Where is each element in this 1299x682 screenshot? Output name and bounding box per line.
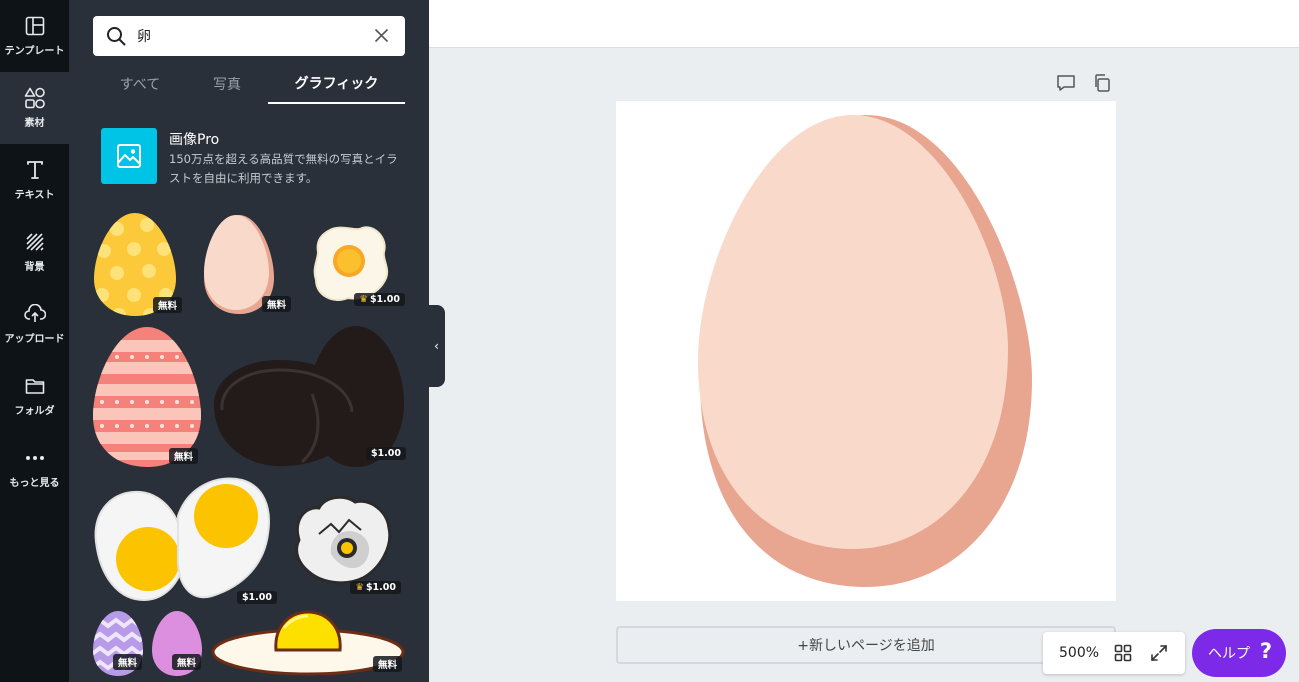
left-rail: テンプレート 素材 テキスト 背景 アップロード フォルダ もっと見る xyxy=(0,0,69,682)
grid-view-icon[interactable] xyxy=(1114,644,1132,666)
graphic-fried-egg[interactable]: ♛ $1.00 xyxy=(312,224,405,306)
search-input[interactable]: 卵 xyxy=(137,26,151,46)
tab-photos[interactable]: 写真 xyxy=(187,64,267,104)
free-badge: 無料 xyxy=(168,448,198,464)
promo-description: 150万点を超える高品質で無料の写真とイラストを自由に利用できます。 xyxy=(169,152,398,185)
more-icon xyxy=(24,447,46,469)
duplicate-page-icon[interactable] xyxy=(1092,73,1112,93)
rail-item-text[interactable]: テキスト xyxy=(0,144,69,216)
price-badge: ♛ $1.00 xyxy=(354,293,405,306)
promo-title: 画像Pro xyxy=(169,132,220,148)
canvas-egg-graphic[interactable] xyxy=(616,101,1116,601)
graphic-plain-egg[interactable]: 無料 xyxy=(203,214,291,316)
rail-label: 背景 xyxy=(24,262,45,273)
comment-icon[interactable] xyxy=(1056,73,1076,93)
rail-item-background[interactable]: 背景 xyxy=(0,216,69,288)
background-icon xyxy=(24,231,46,253)
graphic-pink-egg[interactable]: 無料 xyxy=(151,610,203,676)
help-button[interactable]: ヘルプ ? xyxy=(1192,629,1286,677)
upload-icon xyxy=(23,303,46,325)
rail-item-uploads[interactable]: アップロード xyxy=(0,288,69,360)
shapes-icon xyxy=(24,87,46,109)
free-badge: 無料 xyxy=(171,654,201,670)
price-badge: $1.00 xyxy=(365,447,406,460)
graphic-sunny-egg[interactable]: 無料 xyxy=(210,608,406,678)
layout-icon xyxy=(24,15,46,37)
graphic-dotted-egg[interactable]: 無料 xyxy=(92,211,182,317)
help-label: ヘルプ xyxy=(1208,646,1250,662)
graphic-dark-eggs[interactable]: $1.00 xyxy=(210,324,406,470)
graphic-cracked-egg[interactable]: ♛ $1.00 xyxy=(289,494,401,594)
search-box[interactable]: 卵 xyxy=(93,16,405,56)
rail-item-templates[interactable]: テンプレート xyxy=(0,0,69,72)
collapse-panel-button[interactable]: ‹ xyxy=(428,305,445,387)
crown-icon: ♛ xyxy=(359,294,368,305)
text-icon xyxy=(24,159,46,181)
chevron-left-icon: ‹ xyxy=(434,339,439,353)
design-canvas[interactable] xyxy=(616,101,1116,601)
free-badge: 無料 xyxy=(112,654,142,670)
zoom-controls: 500% xyxy=(1043,632,1185,674)
rail-label: テキスト xyxy=(14,190,55,201)
top-toolbar xyxy=(429,0,1299,48)
graphic-zigzag-egg[interactable]: 無料 xyxy=(92,610,144,676)
graphic-striped-egg[interactable]: 無料 xyxy=(92,326,202,468)
crown-icon: ♛ xyxy=(355,582,364,593)
folder-icon xyxy=(24,375,46,397)
question-icon: ? xyxy=(1259,639,1272,663)
add-page-button[interactable]: +新しいページを追加 xyxy=(616,626,1116,664)
pro-promo[interactable]: 画像Pro 150万点を超える高品質で無料の写真とイラストを自由に利用できます。 xyxy=(101,128,401,188)
filter-tabs: すべて 写真 グラフィック xyxy=(93,64,405,104)
elements-panel: 卵 すべて 写真 グラフィック 画像Pro 150万点を超える高品質で無料の写真… xyxy=(69,0,429,682)
rail-label: テンプレート xyxy=(4,46,65,57)
zoom-level[interactable]: 500% xyxy=(1059,645,1099,661)
rail-item-more[interactable]: もっと見る xyxy=(0,432,69,504)
rail-label: 素材 xyxy=(24,118,45,129)
rail-label: アップロード xyxy=(4,334,65,345)
price-badge: ♛ $1.00 xyxy=(350,581,401,594)
rail-label: フォルダ xyxy=(14,406,55,417)
graphic-boiled-eggs[interactable]: $1.00 xyxy=(92,476,277,604)
close-icon[interactable] xyxy=(374,28,389,47)
fullscreen-icon[interactable] xyxy=(1150,644,1168,666)
rail-label: もっと見る xyxy=(9,478,60,489)
search-icon xyxy=(106,26,126,50)
rail-item-elements[interactable]: 素材 xyxy=(0,72,69,144)
price-badge: $1.00 xyxy=(236,591,277,604)
tab-all[interactable]: すべて xyxy=(93,64,187,104)
image-icon xyxy=(101,128,157,184)
rail-item-folders[interactable]: フォルダ xyxy=(0,360,69,432)
tab-graphics[interactable]: グラフィック xyxy=(268,64,405,104)
free-badge: 無料 xyxy=(261,296,291,312)
free-badge: 無料 xyxy=(152,297,182,313)
graphics-grid: 無料 無料 ♛ $1.00 無料 $1.00 $1.00 ♛ $1.00 無料 … xyxy=(69,200,429,682)
free-badge: 無料 xyxy=(372,656,402,672)
